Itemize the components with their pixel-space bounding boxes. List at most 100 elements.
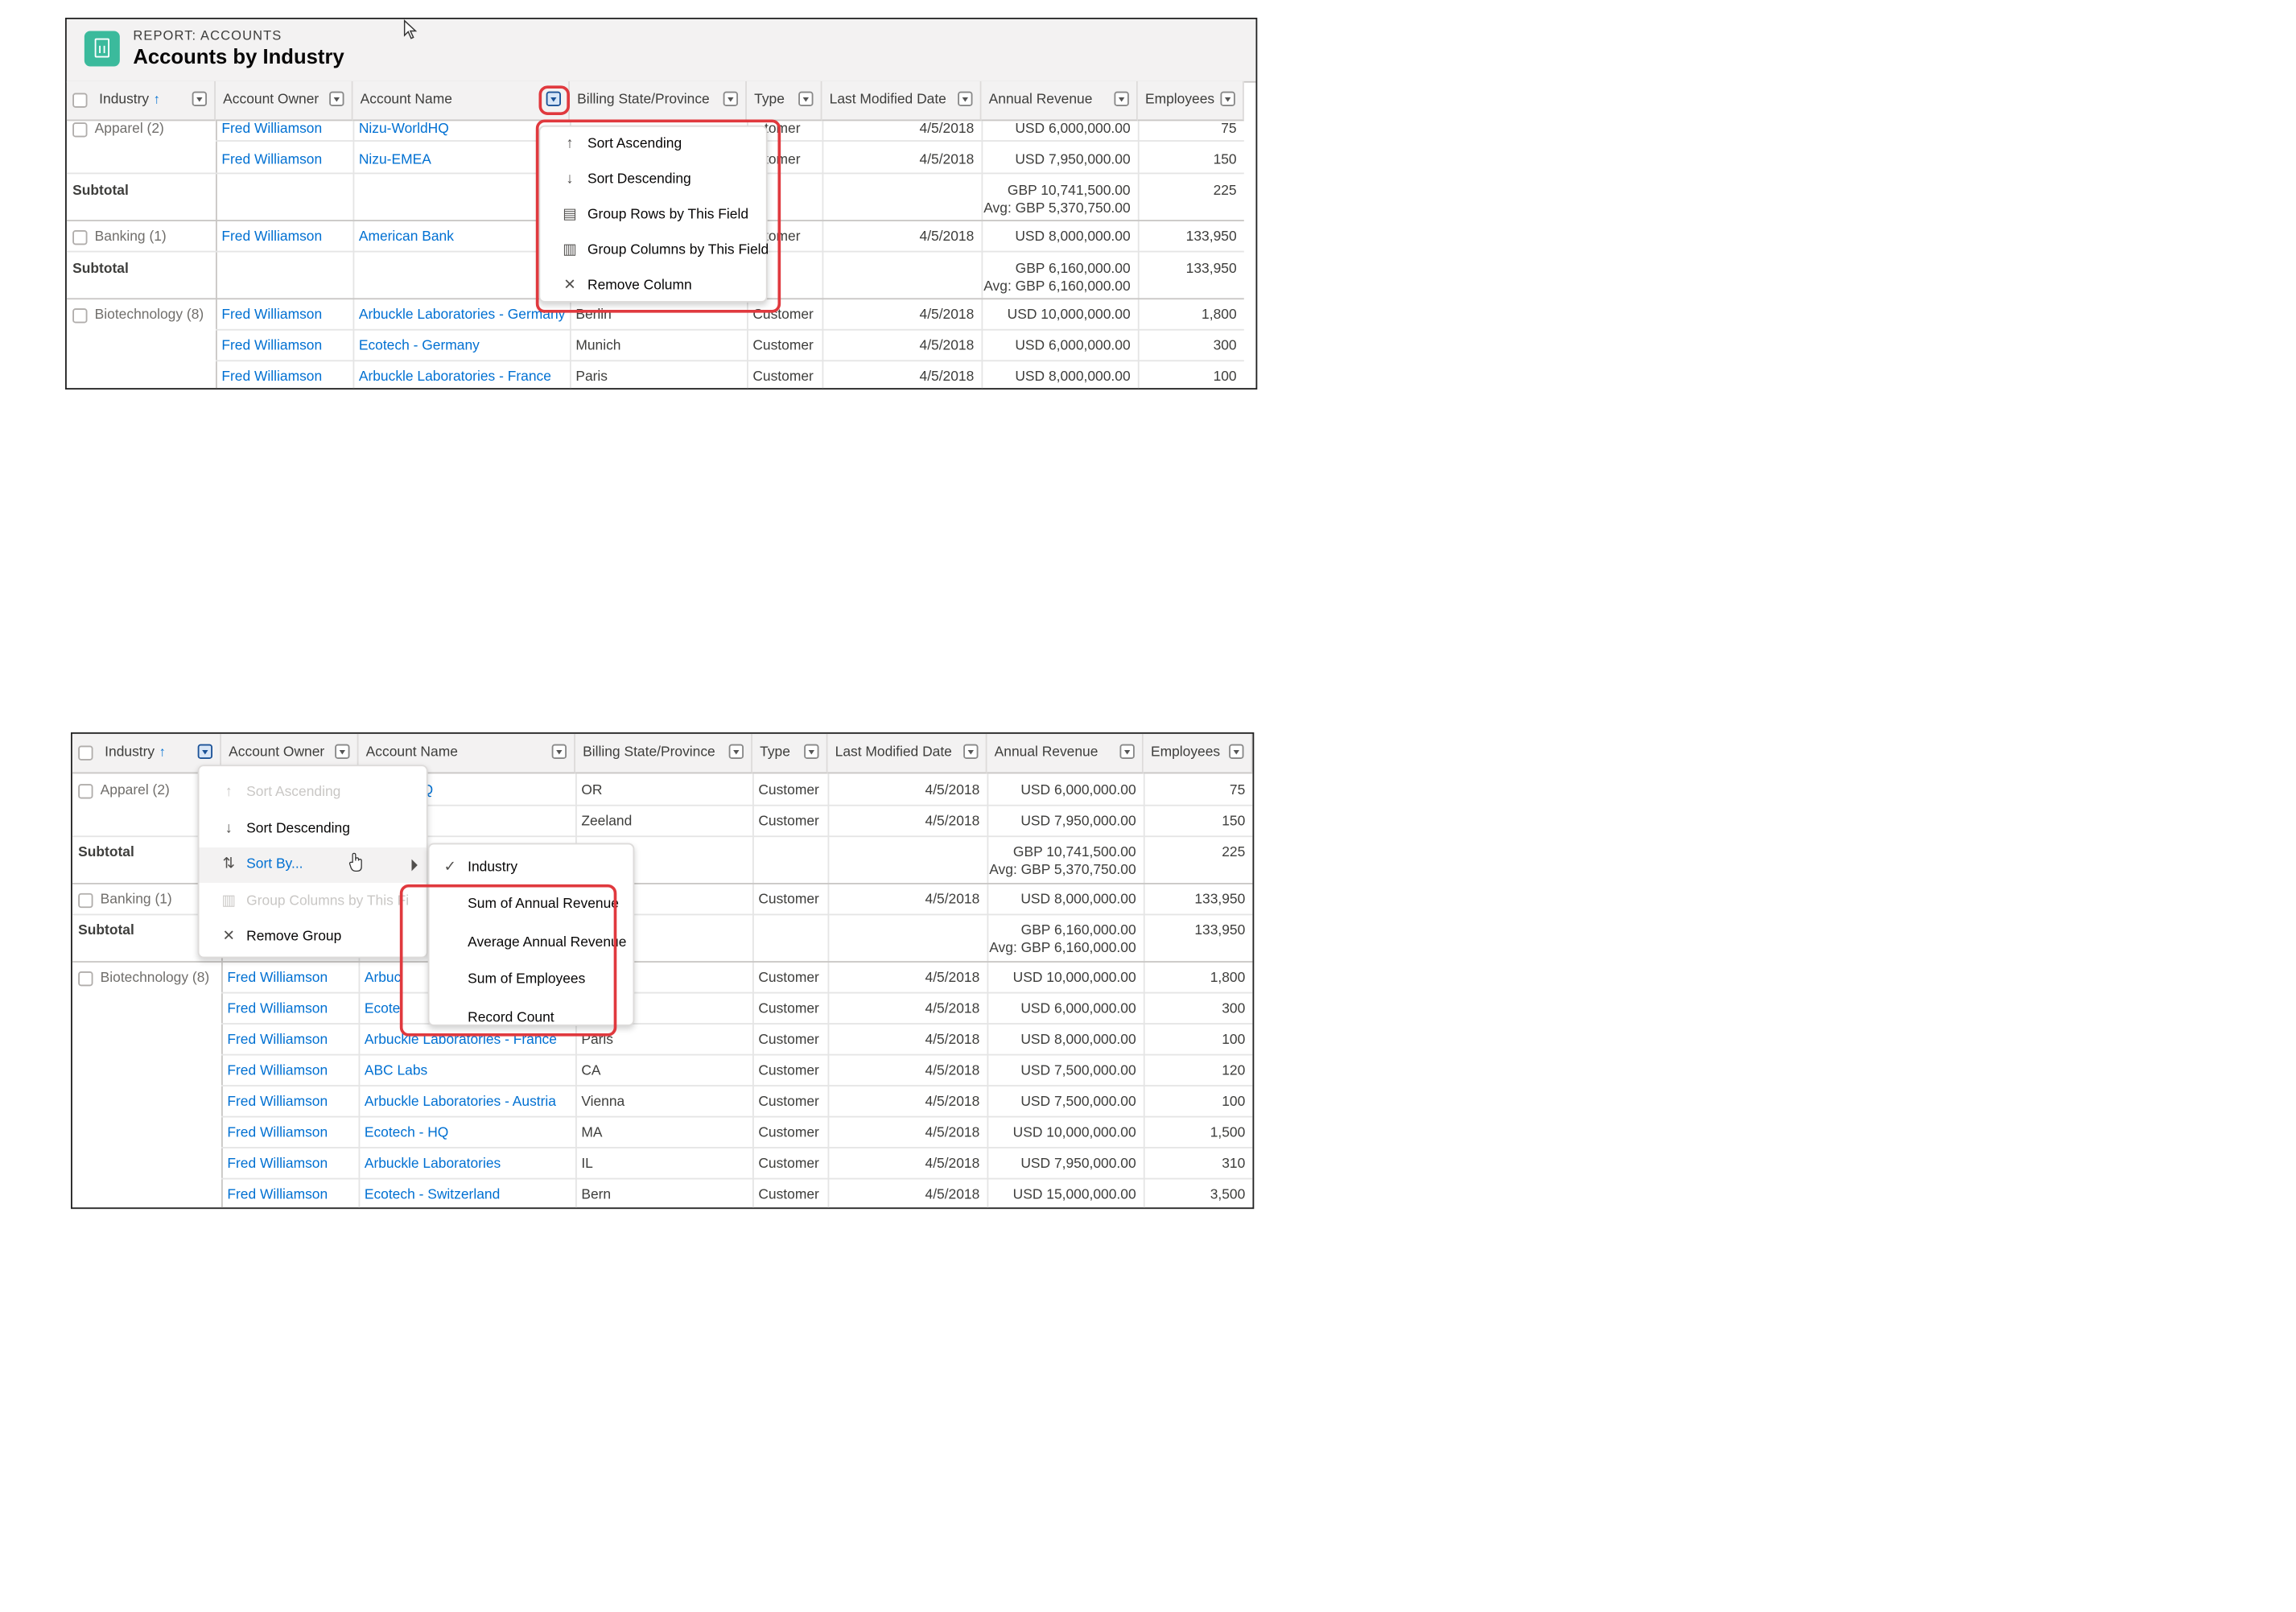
account-name-link[interactable]: Ecotech - Switzerland xyxy=(365,1187,500,1203)
account-owner-link[interactable]: Fred Williamson xyxy=(221,229,322,245)
group-actions-menu: ↑ Sort Ascending ↓ Sort Descending ⇅ Sor… xyxy=(197,765,428,959)
group-checkbox[interactable] xyxy=(78,971,93,987)
subtotal-revenue: GBP 6,160,000.00 xyxy=(1020,922,1136,939)
column-label: Type xyxy=(760,744,790,761)
column-label: Employees xyxy=(1144,91,1215,108)
revenue-cell: USD 8,000,000.00 xyxy=(1020,1032,1136,1049)
subtotal-employees: 133,950 xyxy=(1185,261,1237,278)
column-header-annual-revenue[interactable]: Annual Revenue xyxy=(987,733,1144,774)
type-cell: Customer xyxy=(758,1000,819,1017)
menu-item-sort-by[interactable]: ⇅ Sort By... xyxy=(199,847,427,883)
column-dropdown-button[interactable] xyxy=(335,744,350,759)
employees-cell: 133,950 xyxy=(1194,891,1246,909)
subtotal-employees: 225 xyxy=(1222,844,1246,861)
column-dropdown-button[interactable] xyxy=(551,744,567,759)
column-dropdown-button[interactable] xyxy=(329,91,344,106)
column-header-annual-revenue[interactable]: Annual Revenue xyxy=(981,80,1138,122)
column-dropdown-button[interactable] xyxy=(1119,744,1135,759)
column-dropdown-button[interactable] xyxy=(958,91,973,106)
column-dropdown-button[interactable] xyxy=(192,91,207,106)
group-label-apparel: Apparel (2) xyxy=(94,121,164,138)
date-cell: 4/5/2018 xyxy=(919,151,975,168)
column-header-billing-state[interactable]: Billing State/Province xyxy=(569,80,747,122)
account-name-link[interactable]: ABC Labs xyxy=(365,1063,427,1079)
column-label: Account Owner xyxy=(223,91,319,108)
column-dropdown-button[interactable] xyxy=(804,744,819,759)
account-name-link-partial[interactable]: Ecote xyxy=(365,1001,401,1017)
account-owner-link[interactable]: Fred Williamson xyxy=(227,1156,328,1172)
account-name-link[interactable]: Nizu-EMEA xyxy=(359,152,431,168)
account-name-link[interactable]: Arbuckle Laboratories - Austria xyxy=(365,1094,556,1110)
group-columns-icon: ▥ xyxy=(221,893,236,909)
group-checkbox[interactable] xyxy=(72,229,88,245)
account-owner-link[interactable]: Fred Williamson xyxy=(221,307,322,323)
account-owner-link[interactable]: Fred Williamson xyxy=(227,1032,328,1048)
account-owner-link[interactable]: Fred Williamson xyxy=(227,1001,328,1017)
column-dropdown-button[interactable] xyxy=(1229,744,1244,759)
type-cell: Customer xyxy=(758,1032,819,1049)
column-header-employees[interactable]: Employees xyxy=(1143,733,1253,774)
employees-cell: 120 xyxy=(1222,1062,1246,1079)
column-header-employees[interactable]: Employees xyxy=(1137,80,1244,122)
column-dropdown-button[interactable] xyxy=(963,744,979,759)
account-owner-link[interactable]: Fred Williamson xyxy=(227,1187,328,1203)
type-cell: Customer xyxy=(758,782,819,799)
column-dropdown-button[interactable] xyxy=(723,91,738,106)
state-cell: Paris xyxy=(575,369,608,385)
account-name-link[interactable]: Arbuckle Laboratories xyxy=(365,1156,501,1172)
group-checkbox[interactable] xyxy=(72,308,88,324)
menu-item-sort-descending[interactable]: ↓ Sort Descending xyxy=(199,812,426,847)
account-name-link[interactable]: Ecotech - Germany xyxy=(359,338,480,354)
column-label: Industry xyxy=(99,91,150,108)
column-dropdown-button-active[interactable] xyxy=(197,744,212,759)
menu-item-remove-group[interactable]: ✕ Remove Group xyxy=(199,920,426,955)
account-owner-link[interactable]: Fred Williamson xyxy=(227,1125,328,1141)
account-owner-link[interactable]: Fred Williamson xyxy=(221,152,322,168)
group-checkbox[interactable] xyxy=(78,893,93,909)
group-checkbox[interactable] xyxy=(72,122,88,138)
select-all-checkbox[interactable] xyxy=(72,93,88,108)
account-name-link[interactable]: Arbuckle Laboratories - Germany xyxy=(359,307,566,323)
revenue-cell: USD 8,000,000.00 xyxy=(1015,369,1131,385)
column-header-billing-state[interactable]: Billing State/Province xyxy=(575,733,752,774)
type-cell: Customer xyxy=(758,813,819,830)
state-cell: Zeeland xyxy=(581,813,633,830)
account-name-link-partial[interactable]: Arbuc xyxy=(365,970,402,986)
account-owner-link[interactable]: Fred Williamson xyxy=(227,1063,328,1079)
date-cell: 4/5/2018 xyxy=(919,307,975,324)
arrow-up-icon: ↑ xyxy=(225,784,233,801)
date-cell: 4/5/2018 xyxy=(925,891,980,909)
column-dropdown-button[interactable] xyxy=(798,91,814,106)
account-name-link[interactable]: American Bank xyxy=(359,229,454,245)
employees-cell: 150 xyxy=(1222,813,1246,830)
account-name-link[interactable]: Ecotech - HQ xyxy=(365,1125,449,1141)
account-name-link[interactable]: Arbuckle Laboratories - France xyxy=(359,369,551,385)
date-cell: 4/5/2018 xyxy=(925,1124,980,1141)
account-owner-link[interactable]: Fred Williamson xyxy=(221,338,322,354)
column-header-industry[interactable]: Industry ↑ xyxy=(66,80,216,122)
account-owner-link[interactable]: Fred Williamson xyxy=(227,970,328,986)
column-header-type[interactable]: Type xyxy=(752,733,828,774)
employees-cell: 1,500 xyxy=(1210,1124,1246,1141)
employees-cell: 100 xyxy=(1222,1094,1246,1111)
state-cell: CA xyxy=(581,1062,601,1079)
revenue-cell: USD 10,000,000.00 xyxy=(1012,970,1136,987)
column-dropdown-button[interactable] xyxy=(1114,91,1129,106)
select-all-checkbox[interactable] xyxy=(78,745,93,761)
state-cell: OR xyxy=(581,782,603,799)
column-dropdown-button[interactable] xyxy=(1220,91,1235,106)
column-header-account-owner[interactable]: Account Owner xyxy=(215,80,353,122)
account-owner-link[interactable]: Fred Williamson xyxy=(227,1094,328,1110)
column-header-last-modified[interactable]: Last Modified Date xyxy=(827,733,987,774)
column-header-account-name[interactable]: Account Name xyxy=(352,80,570,122)
column-header-type[interactable]: Type xyxy=(746,80,822,122)
group-checkbox[interactable] xyxy=(78,784,93,799)
report-icon xyxy=(84,31,120,67)
highlight-sort-by-options xyxy=(399,884,617,1037)
account-name-link[interactable]: Nizu-WorldHQ xyxy=(359,121,449,137)
column-dropdown-button[interactable] xyxy=(728,744,744,759)
account-owner-link[interactable]: Fred Williamson xyxy=(221,369,322,385)
account-owner-link[interactable]: Fred Williamson xyxy=(221,121,322,137)
sort-by-option-industry[interactable]: ✓ Industry xyxy=(429,851,633,886)
column-header-last-modified[interactable]: Last Modified Date xyxy=(822,80,982,122)
